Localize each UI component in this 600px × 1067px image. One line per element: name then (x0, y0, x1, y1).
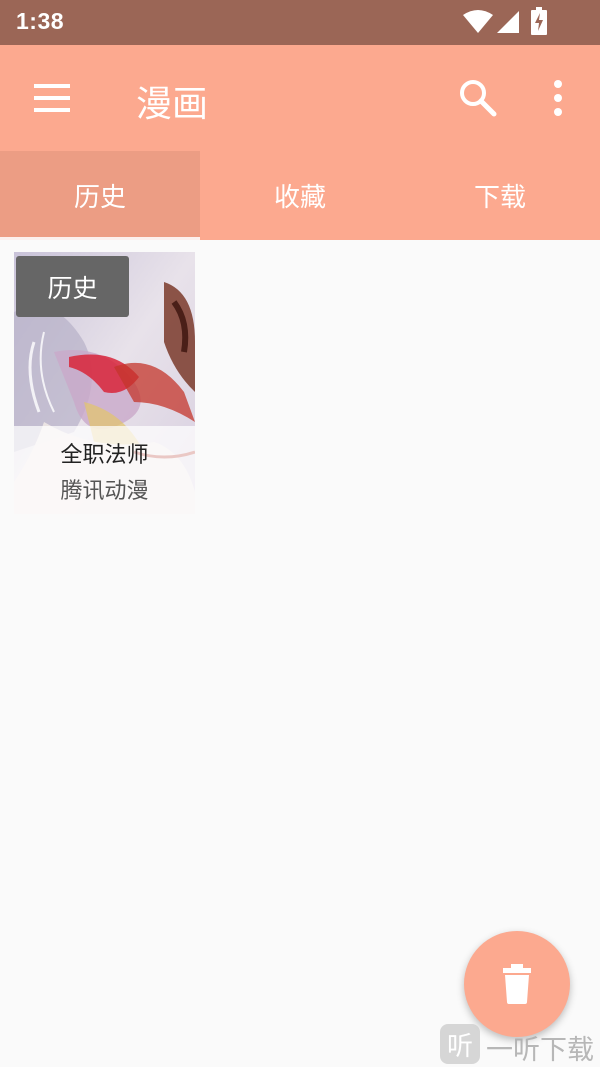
tab-label: 收藏 (273, 183, 326, 213)
watermark-logo: 听 (440, 1024, 480, 1064)
page-title: 漫画 (136, 84, 209, 125)
tab-bar: 历史 收藏 下载 (0, 151, 600, 240)
history-badge: 历史 (16, 256, 129, 317)
more-vertical-icon[interactable] (546, 78, 570, 118)
tab-label: 历史 (73, 183, 126, 213)
tab-indicator (0, 237, 200, 240)
comic-card-info: 全职法师 腾讯动漫 (14, 426, 195, 514)
wifi-icon (463, 10, 493, 33)
watermark: 听 一听下载 (440, 1022, 600, 1066)
hamburger-menu-icon[interactable] (30, 78, 74, 118)
tab-history[interactable]: 历史 (0, 151, 200, 240)
battery-charging-icon (531, 7, 547, 35)
tab-label: 下载 (473, 183, 526, 213)
app-toolbar: 漫画 (0, 45, 600, 151)
trash-icon (503, 964, 531, 1004)
status-time: 1:38 (16, 8, 65, 34)
cellular-signal-icon (497, 11, 519, 33)
comic-title: 全职法师 (60, 443, 149, 468)
comic-source: 腾讯动漫 (60, 479, 149, 504)
tab-downloads[interactable]: 下载 (400, 151, 600, 240)
status-bar: 1:38 (0, 0, 600, 45)
watermark-text: 一听下载 (486, 1035, 594, 1066)
search-icon[interactable] (458, 78, 498, 118)
tab-favorites[interactable]: 收藏 (200, 151, 400, 240)
